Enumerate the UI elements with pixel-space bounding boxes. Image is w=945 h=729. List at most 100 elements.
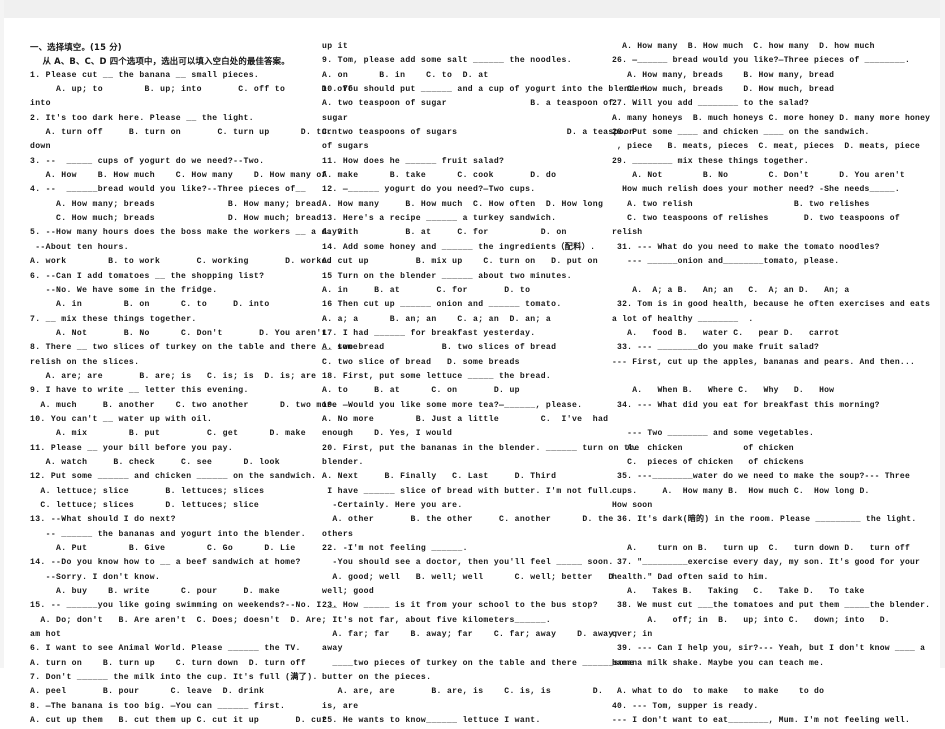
text-line: 22. -I'm not feeling ______. [322, 544, 468, 554]
text-line: 10. You should put ______ and a cup of y… [322, 85, 651, 95]
text-line: over; in [612, 630, 653, 640]
text-line: A. Next B. Finally C. Last D. Third [322, 472, 557, 482]
worksheet-column-1: 一、选择填空。(15 分) 从 A、B、C、D 四个选项中，选出可以填入空白处的… [30, 40, 359, 729]
text-line: C. pieces of chicken of chickens [612, 457, 804, 467]
text-line: 27. Will you add ________ to the salad? [612, 99, 809, 109]
text-line: 8. There __ two slices of turkey on the … [30, 343, 359, 353]
text-line: C. two teaspoons of sugars D. a teaspoon [322, 128, 635, 138]
text-line [612, 413, 932, 427]
text-line [612, 671, 932, 685]
text-line: 从 A、B、C、D 四个选项中，选出可以填入空白处的最佳答案。 [30, 56, 290, 67]
text-line: A. Not B. No C. Don't D. You aren't [30, 328, 327, 338]
text-line: relish [612, 228, 643, 238]
text-line: 6. --Can I add tomatoes __ the shopping … [30, 271, 265, 281]
text-line: --- ______onion and________tomato, pleas… [612, 257, 840, 267]
text-line: A. turn on B. turn up C. turn down D. tu… [30, 658, 306, 668]
text-line: banana milk shake. Maybe you can teach m… [612, 658, 825, 668]
worksheet-column-2: up it 9. Tom, please add some salt ______… [322, 40, 651, 729]
text-line: A. work B. to work C. working D. worked [30, 257, 333, 267]
text-line: 16 Then cut up ______ onion and ______ t… [322, 300, 562, 310]
text-line: 15 Turn on the blender ______ about two … [322, 271, 572, 281]
text-line: 39. --- Can I help you, sir?--- Yeah, bu… [612, 644, 926, 654]
text-line: 3. -- _____ cups of yogurt do we need?--… [30, 156, 265, 166]
text-line: A. cut up B. mix up C. turn on D. put on [322, 257, 598, 267]
text-line: A. How many; breads B. How many; bread [30, 199, 322, 209]
text-line: A. cut up them B. cut them up C. cut it … [30, 716, 327, 726]
text-line: 32. Tom is in good health, because he of… [612, 300, 931, 310]
text-line: A. Put B. Give C. Go D. Lie [30, 544, 296, 554]
text-line: 40. --- Tom, supper is ready. [612, 701, 759, 711]
text-line: 29. ________ mix these things together. [612, 156, 809, 166]
text-line: 4. -- ______bread would you like?--Three… [30, 185, 306, 195]
text-line: A. are; are B. are; is C. is; is D. is; … [30, 371, 317, 381]
text-line [612, 528, 932, 542]
text-line: --No. We have some in the fridge. [30, 285, 218, 295]
text-line: 34. --- What did you eat for breakfast t… [612, 400, 880, 410]
text-line: 35. ---________water do we need to make … [612, 472, 910, 482]
text-line: It's not far, about five kilometers_____… [322, 615, 552, 625]
text-line: 5. --How many hours does the boss make t… [30, 228, 343, 238]
text-line: A. in B. on C. to D. into [30, 300, 270, 310]
text-line: C. two teaspoons of relishes D. two teas… [612, 214, 900, 224]
text-line: A. off; in B. up; into C. down; into D. [612, 615, 890, 625]
text-line: A. two bread B. two slices of bread [322, 343, 557, 353]
text-line: 11. Please __ your bill before you pay. [30, 443, 234, 453]
text-line: 31. --- What do you need to make the tom… [612, 242, 880, 252]
text-line: A. to B. at C. on D. up [322, 386, 520, 396]
text-line: 7. Don't ______ the milk into the cup. I… [30, 673, 318, 683]
text-line: -Certainly. Here you are. [322, 501, 463, 510]
text-line: 20. First, put the bananas in the blende… [322, 443, 640, 453]
text-line: 13. --What should I do next? [30, 515, 176, 525]
text-line: 33. --- ________do you make fruit salad? [612, 343, 820, 353]
text-line: is, are [322, 701, 359, 711]
text-line: 12. —______ yogurt do you need?—Two cups… [322, 185, 536, 195]
text-line: 38. We must cut ___the tomatoes and put … [612, 601, 931, 611]
text-line: A. in B. at C. for D. to [322, 285, 531, 295]
text-line: A. other B. the other C. another D. the [322, 515, 614, 525]
text-line [612, 370, 932, 384]
text-line: 37. "_________exercise every day, my son… [612, 558, 921, 568]
text-line: others [322, 529, 354, 539]
text-line: , piece B. meats, pieces C. meat, pieces… [612, 142, 921, 152]
text-line: A. good; well B. well; well C. well; bet… [322, 572, 619, 582]
text-line: A. up; to B. up; into C. off to D. off [30, 85, 353, 95]
text-line: -- ______ the bananas and yogurt into th… [30, 529, 306, 539]
text-line: 9. I have to write __ letter this evenin… [30, 386, 249, 396]
text-line: --Sorry. I don't know. [30, 572, 161, 582]
text-line: A. food B. water C. pear D. carrot [612, 328, 840, 338]
text-line: A. with B. at C. for D. on [322, 228, 567, 238]
text-line: a lot of healthy ________ . [612, 314, 754, 324]
text-line: 25. He wants to know______ lettuce I wan… [322, 716, 541, 726]
text-line: well; good [322, 587, 375, 597]
text-line: A. When B. Where C. Why D. How [612, 386, 835, 396]
text-line [612, 270, 932, 284]
text-line: A. are, are B. are, is C. is, is D. [322, 687, 604, 697]
scanned-worksheet-page: { "document": { "title_line": "一、选择填空。(1… [0, 0, 945, 725]
text-line: A. How many B. How much C. how many D. h… [612, 42, 875, 51]
text-line: 7. __ mix these things together. [30, 314, 197, 324]
text-line: 13. Here's a recipe ______ a turkey sand… [322, 214, 557, 224]
text-line: up it [322, 42, 349, 51]
text-line: A. peel B. pour C. leave D. drink [30, 687, 265, 697]
text-line: 一、选择填空。(15 分) [30, 42, 122, 52]
text-line: A. on B. in C. to D. at [322, 70, 489, 80]
text-line: 28. Put some ____ and chicken ____ on th… [612, 128, 870, 138]
text-line: 12. Put some ______ and chicken ______ o… [30, 472, 317, 482]
text-line: 14. Add some honey and ______ the ingred… [322, 242, 596, 252]
worksheet-columns: 一、选择填空。(15 分) 从 A、B、C、D 四个选项中，选出可以填入空白处的… [30, 40, 932, 725]
text-line: A. buy B. write C. pour D. make [30, 587, 280, 597]
text-line: A. two teaspoon of sugar B. a teaspoon o… [322, 99, 614, 109]
text-line: A. Takes B. Taking C. Take D. To take [612, 587, 865, 597]
text-line: A. watch B. check C. see D. look [30, 457, 280, 467]
text-line: blender. [322, 457, 364, 467]
text-line: C. How much, breads D. How much, bread [612, 85, 835, 95]
text-line: 9. Tom, please add some salt ______ the … [322, 56, 572, 66]
text-line: How much relish does your mother need? -… [612, 185, 900, 195]
text-line: A. A; a B. An; an C. A; an D. An; a [612, 285, 850, 295]
text-line: am hot [30, 630, 62, 640]
text-line: A. much B. another C. two another D. two… [30, 400, 338, 410]
text-line: health." Dad often said to him. [612, 572, 769, 582]
text-line: --- I don't want to eat________, Mum. I'… [612, 716, 910, 726]
text-line: A. far; far B. away; far C. far; away D.… [322, 630, 619, 640]
text-line: --- First, cut up the apples, bananas an… [612, 357, 916, 367]
